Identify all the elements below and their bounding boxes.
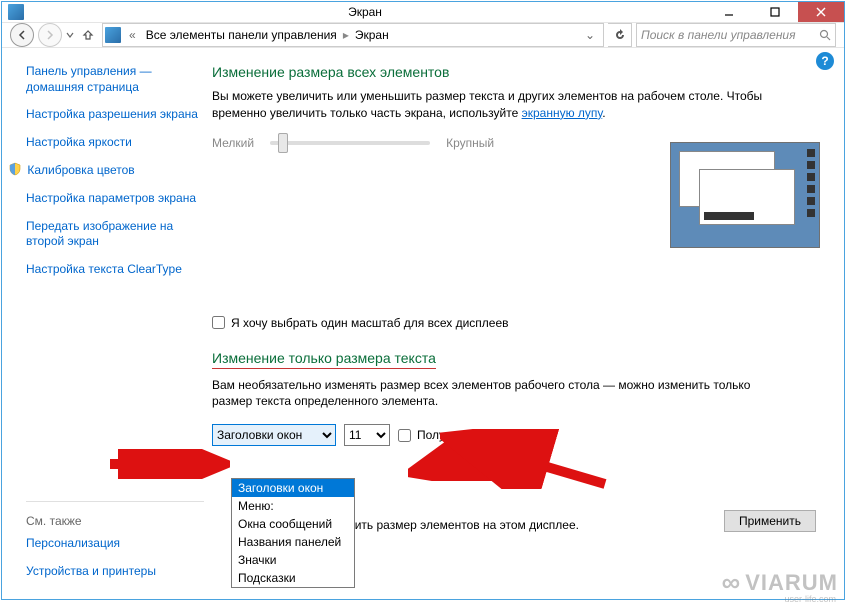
control-panel-icon — [105, 27, 121, 43]
section-title: Изменение размера всех элементов — [212, 64, 820, 80]
sidebar-link-calibration[interactable]: Калибровка цветов — [26, 162, 204, 179]
element-select-dropdown[interactable]: Заголовки окон Меню: Окна сообщений Назв… — [231, 478, 355, 588]
bold-label: Полужирный — [417, 428, 489, 442]
section-title: Изменение только размера текста — [212, 350, 436, 369]
slider-max-label: Крупный — [446, 136, 494, 150]
forward-button[interactable] — [38, 23, 62, 47]
app-icon — [8, 4, 24, 20]
recent-dropdown-icon[interactable] — [66, 30, 74, 40]
font-size-select[interactable]: 11 — [344, 424, 390, 446]
dropdown-option[interactable]: Меню: — [232, 497, 354, 515]
magnifier-link[interactable]: экранную лупу — [522, 106, 603, 120]
dropdown-option[interactable]: Заголовки окон — [232, 479, 354, 497]
back-button[interactable] — [10, 23, 34, 47]
watermark: ∞ VIARUM user-life.com — [722, 567, 838, 598]
slider-track[interactable] — [270, 141, 430, 145]
sidebar-link-project[interactable]: Передать изображение на второй экран — [26, 219, 204, 250]
close-button[interactable] — [798, 2, 844, 22]
dropdown-option[interactable]: Значки — [232, 551, 354, 569]
breadcrumb-segment[interactable]: Экран — [351, 28, 393, 42]
chevron-down-icon[interactable]: ⌄ — [579, 28, 601, 42]
bold-checkbox[interactable] — [398, 429, 411, 442]
display-preview — [670, 142, 820, 248]
element-select[interactable]: Заголовки окон — [212, 424, 336, 446]
navbar: « Все элементы панели управления ▸ Экран… — [2, 23, 844, 48]
maximize-button[interactable] — [752, 2, 798, 22]
sidebar-link-display-settings[interactable]: Настройка параметров экрана — [26, 191, 204, 207]
chevron-right-icon[interactable]: ▸ — [343, 28, 349, 42]
search-placeholder: Поиск в панели управления — [641, 28, 819, 42]
sidebar-link-brightness[interactable]: Настройка яркости — [26, 135, 204, 151]
custom-scale-checkbox[interactable] — [212, 316, 225, 329]
sidebar-link-home[interactable]: Панель управления — домашняя страница — [26, 64, 204, 95]
sidebar-link-resolution[interactable]: Настройка разрешения экрана — [26, 107, 204, 123]
chevron-double-icon[interactable]: « — [125, 28, 140, 42]
search-input[interactable]: Поиск в панели управления — [636, 23, 836, 47]
sidebar: Панель управления — домашняя страница На… — [2, 48, 212, 600]
breadcrumb[interactable]: « Все элементы панели управления ▸ Экран… — [102, 23, 604, 47]
dropdown-option[interactable]: Окна сообщений — [232, 515, 354, 533]
minimize-button[interactable] — [706, 2, 752, 22]
window-title: Экран — [24, 5, 706, 19]
help-button[interactable]: ? — [816, 52, 834, 70]
search-icon — [819, 29, 831, 41]
slider-thumb[interactable] — [278, 133, 288, 153]
custom-scale-label: Я хочу выбрать один масштаб для всех дис… — [231, 316, 509, 330]
dropdown-option[interactable]: Названия панелей — [232, 533, 354, 551]
breadcrumb-segment[interactable]: Все элементы панели управления — [142, 28, 341, 42]
apply-button[interactable]: Применить — [724, 510, 816, 532]
titlebar: Экран — [2, 2, 844, 23]
dropdown-option[interactable]: Подсказки — [232, 569, 354, 587]
refresh-button[interactable] — [608, 23, 632, 47]
slider-min-label: Мелкий — [212, 136, 254, 150]
up-button[interactable] — [78, 25, 98, 45]
sidebar-link-cleartype[interactable]: Настройка текста ClearType — [26, 262, 204, 278]
see-also-label: См. также — [26, 514, 204, 528]
sidebar-link-personalization[interactable]: Персонализация — [26, 536, 204, 552]
section-description: Вы можете увеличить или уменьшить размер… — [212, 88, 772, 122]
sidebar-link-devices[interactable]: Устройства и принтеры — [26, 564, 204, 580]
section-description: Вам необязательно изменять размер всех э… — [212, 377, 772, 411]
infinity-icon: ∞ — [722, 567, 742, 598]
shield-icon — [8, 162, 22, 176]
